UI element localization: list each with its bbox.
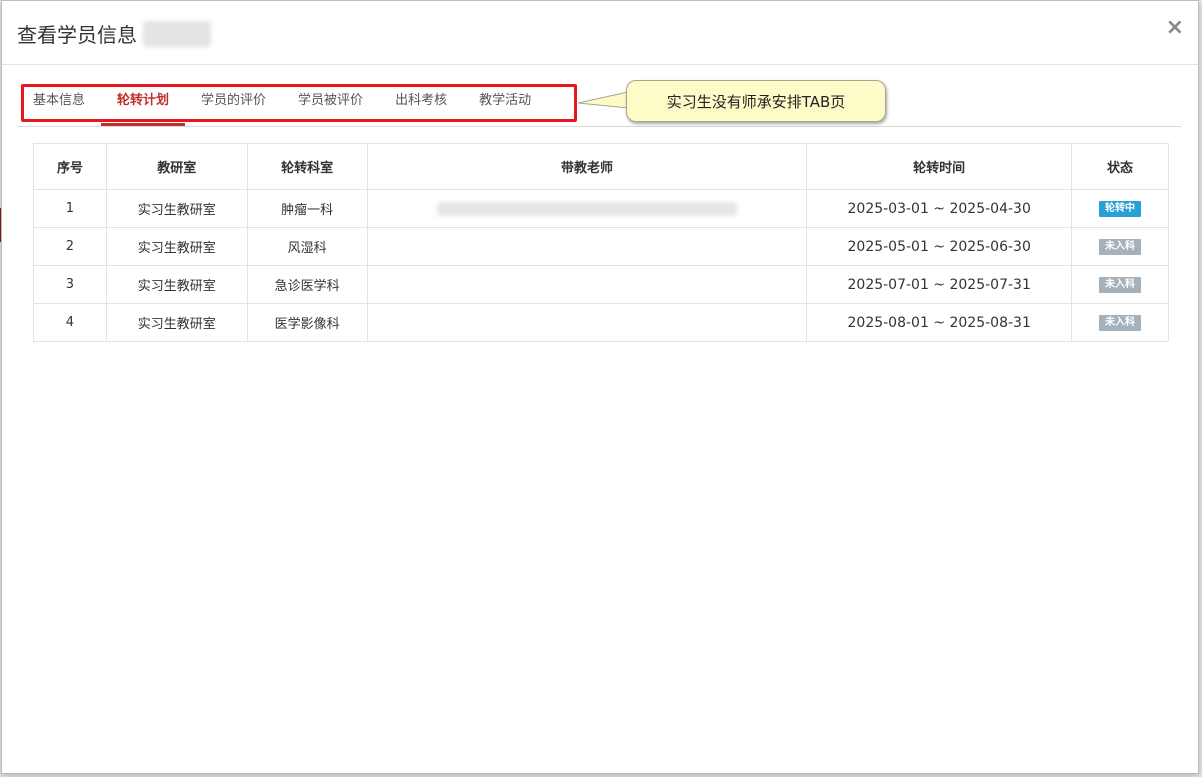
cell-no: 2 bbox=[33, 227, 107, 266]
table-row: 1 实习生教研室 肿瘤一科 2025-03-01 ~ 2025-04-30 轮转中 bbox=[33, 189, 1169, 228]
cell-time: 2025-08-01 ~ 2025-08-31 bbox=[806, 303, 1073, 342]
cell-ward: 急诊医学科 bbox=[246, 265, 368, 304]
tab-list: 基本信息 轮转计划 学员的评价 学员被评价 出科考核 教学活动 bbox=[17, 80, 547, 126]
modal-title: 查看学员信息 bbox=[17, 19, 211, 48]
modal-title-text: 查看学员信息 bbox=[17, 23, 137, 47]
cell-teacher bbox=[366, 227, 808, 266]
close-button[interactable]: × bbox=[1166, 17, 1184, 39]
cell-dept: 实习生教研室 bbox=[105, 265, 248, 304]
status-badge: 未入科 bbox=[1099, 277, 1142, 293]
cell-no: 1 bbox=[33, 189, 107, 228]
tab-bar: 基本信息 轮转计划 学员的评价 学员被评价 出科考核 教学活动 bbox=[17, 80, 1181, 127]
annotation-callout: 实习生没有师承安排TAB页 bbox=[626, 80, 886, 122]
tab-4[interactable]: 出科考核 bbox=[379, 80, 463, 124]
cell-time: 2025-05-01 ~ 2025-06-30 bbox=[806, 227, 1073, 266]
cell-no: 4 bbox=[33, 303, 107, 342]
cell-ward: 医学影像科 bbox=[246, 303, 368, 342]
tab-2[interactable]: 学员的评价 bbox=[185, 80, 282, 124]
cell-teacher bbox=[366, 265, 808, 304]
cell-time: 2025-07-01 ~ 2025-07-31 bbox=[806, 265, 1073, 304]
cell-status: 未入科 bbox=[1071, 265, 1169, 304]
cell-ward: 肿瘤一科 bbox=[246, 189, 368, 228]
col-header-teacher: 带教老师 bbox=[366, 143, 808, 190]
col-header-dept: 教研室 bbox=[105, 143, 248, 190]
tab-5[interactable]: 教学活动 bbox=[463, 80, 547, 124]
tab-3[interactable]: 学员被评价 bbox=[282, 80, 379, 124]
cell-dept: 实习生教研室 bbox=[105, 189, 248, 228]
teacher-blurred bbox=[436, 201, 737, 216]
cell-time: 2025-03-01 ~ 2025-04-30 bbox=[806, 189, 1073, 228]
status-badge: 未入科 bbox=[1099, 239, 1142, 255]
status-badge: 未入科 bbox=[1099, 315, 1142, 331]
student-name-blurred bbox=[143, 20, 211, 47]
table-header-row: 序号 教研室 轮转科室 带教老师 轮转时间 状态 bbox=[33, 143, 1169, 190]
tab-1[interactable]: 轮转计划 bbox=[101, 80, 186, 126]
table-row: 3 实习生教研室 急诊医学科 2025-07-01 ~ 2025-07-31 未入科 bbox=[33, 265, 1169, 304]
col-header-no: 序号 bbox=[33, 143, 107, 190]
table-row: 4 实习生教研室 医学影像科 2025-08-01 ~ 2025-08-31 未入科 bbox=[33, 303, 1169, 342]
col-header-time: 轮转时间 bbox=[806, 143, 1073, 190]
cell-status: 未入科 bbox=[1071, 227, 1169, 266]
cell-teacher bbox=[366, 303, 808, 342]
cell-teacher bbox=[366, 189, 808, 228]
callout-text: 实习生没有师承安排TAB页 bbox=[666, 92, 846, 111]
tab-0[interactable]: 基本信息 bbox=[17, 80, 101, 124]
cell-status: 轮转中 bbox=[1071, 189, 1169, 228]
rotation-plan-table: 序号 教研室 轮转科室 带教老师 轮转时间 状态 1 实习生教研室 肿瘤一科 2025… bbox=[33, 143, 1169, 342]
cell-ward: 风湿科 bbox=[246, 227, 368, 266]
cell-status: 未入科 bbox=[1071, 303, 1169, 342]
cell-dept: 实习生教研室 bbox=[105, 303, 248, 342]
modal-header: 查看学员信息 × bbox=[2, 1, 1198, 65]
cell-dept: 实习生教研室 bbox=[105, 227, 248, 266]
col-header-ward: 轮转科室 bbox=[246, 143, 368, 190]
col-header-status: 状态 bbox=[1071, 143, 1169, 190]
cell-no: 3 bbox=[33, 265, 107, 304]
table-row: 2 实习生教研室 风湿科 2025-05-01 ~ 2025-06-30 未入科 bbox=[33, 227, 1169, 266]
status-badge: 轮转中 bbox=[1099, 201, 1142, 217]
